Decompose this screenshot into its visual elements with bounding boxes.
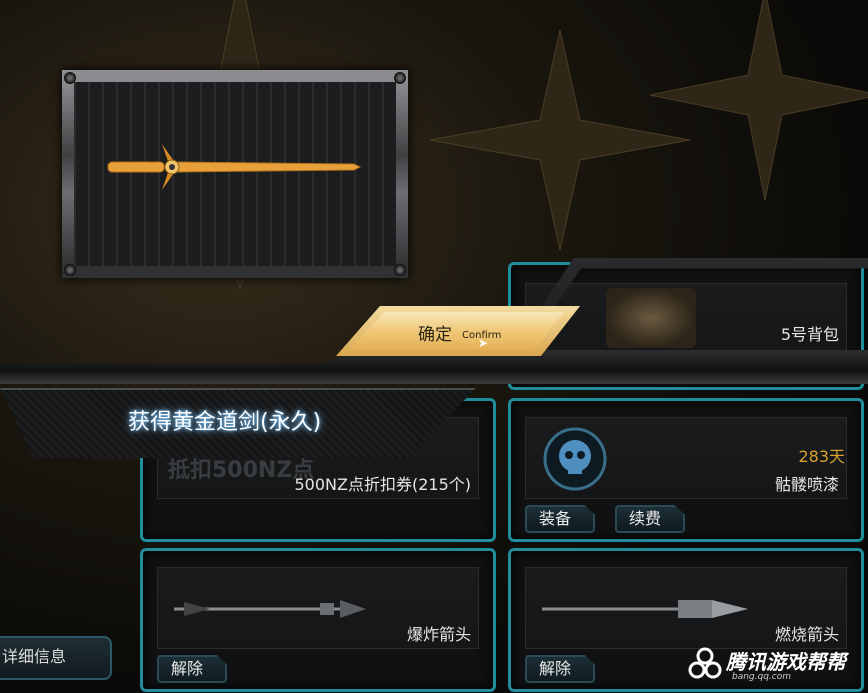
bolt-icon: [64, 72, 76, 84]
item-name: 爆炸箭头: [406, 625, 471, 644]
watermark-url: bang.qq.com: [732, 672, 792, 682]
unequip-button[interactable]: 解除: [157, 655, 227, 683]
item-name: 500NZ点折扣券(215个): [294, 475, 472, 494]
backpack-image: [606, 288, 696, 348]
item-card-skull-spray[interactable]: 283天 骷髅喷漆 装备 续费: [508, 398, 864, 542]
reward-title: 获得黄金道剑(永久): [128, 410, 322, 435]
watermark-brand: 腾讯游戏帮帮: [726, 650, 846, 674]
watermark: 腾讯游戏帮帮 bang.qq.com: [688, 644, 866, 690]
golden-sword-icon: [107, 144, 362, 190]
mouse-cursor-icon: ➤: [478, 336, 489, 350]
explosive-arrow-icon: [174, 600, 366, 618]
bang-logo-icon: [688, 647, 722, 679]
bolt-icon: [394, 264, 406, 276]
remaining-days: 283天: [798, 447, 845, 466]
unequip-button[interactable]: 解除: [525, 655, 595, 683]
skull-spray-icon: [543, 427, 607, 491]
bolt-icon: [394, 72, 406, 84]
bolt-icon: [64, 264, 76, 276]
item-name: 5号背包: [780, 325, 839, 344]
detail-info-tab[interactable]: 详细信息: [0, 636, 112, 680]
confirm-label: 确定: [418, 325, 452, 345]
renew-button[interactable]: 续费: [615, 505, 685, 533]
confirm-button[interactable]: [350, 312, 564, 350]
item-card-explosive-arrow[interactable]: 爆炸箭头 解除: [140, 548, 496, 692]
equip-button[interactable]: 装备: [525, 505, 595, 533]
fire-arrow-icon: [542, 600, 748, 618]
item-name: 燃烧箭头: [774, 625, 839, 644]
reward-display-frame: [62, 70, 408, 278]
star-decoration-icon: [650, 0, 868, 200]
item-name: 骷髅喷漆: [774, 475, 839, 494]
